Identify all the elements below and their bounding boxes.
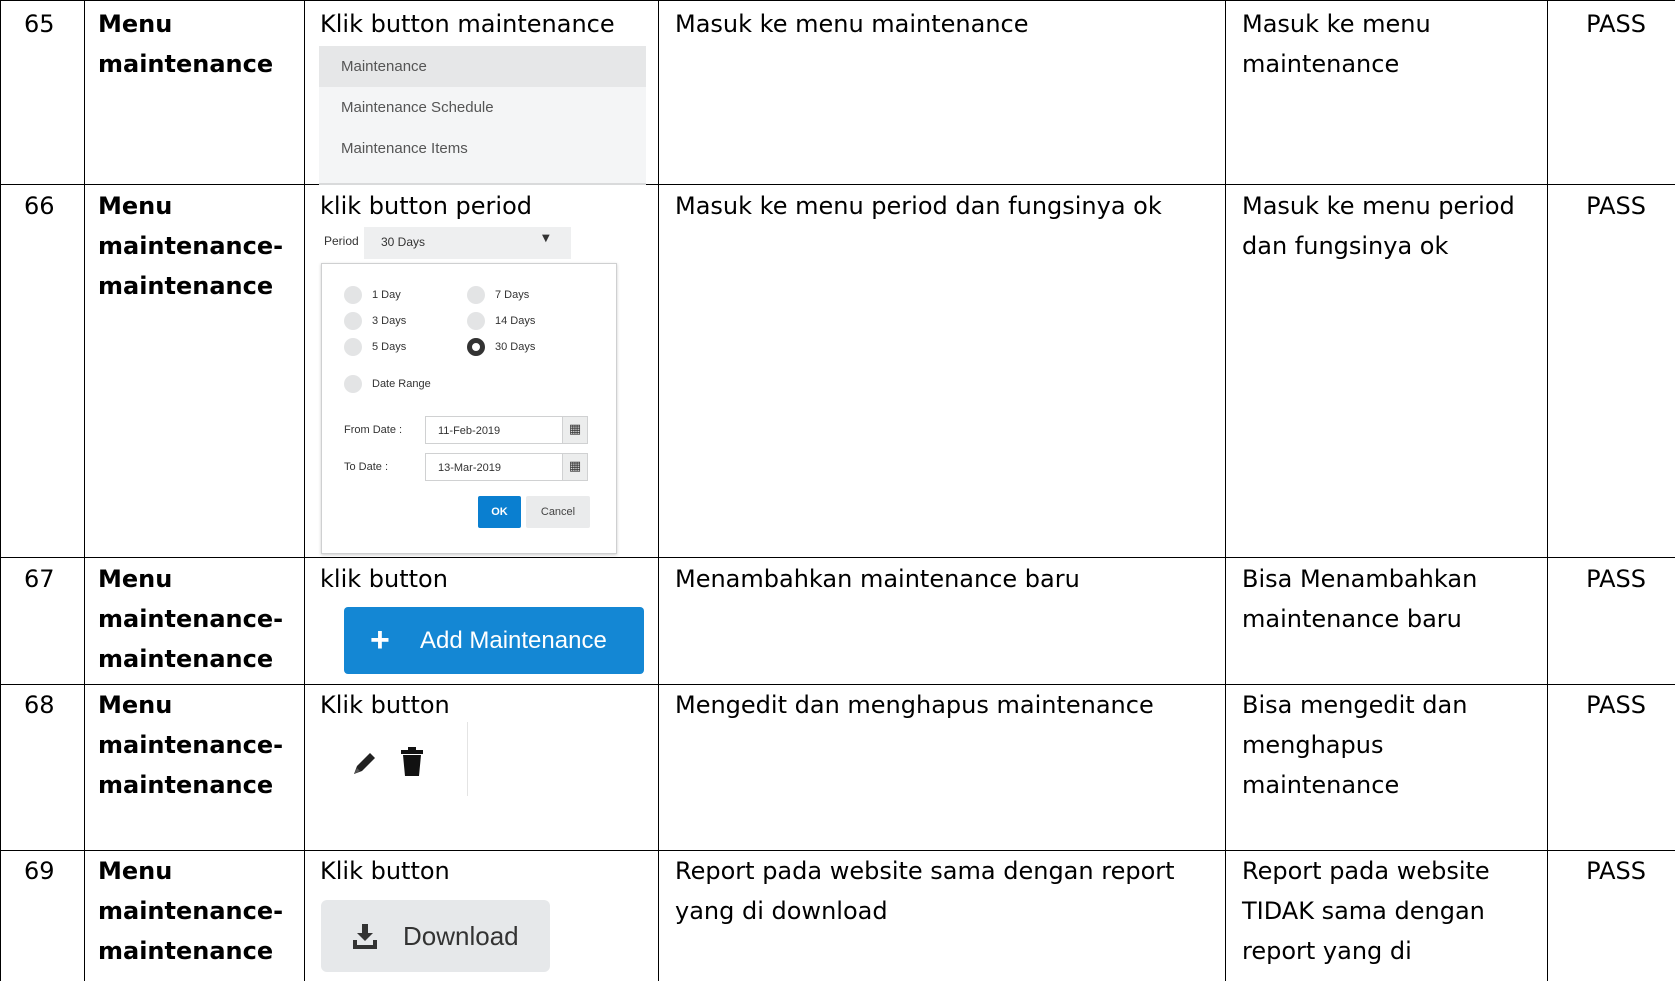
status-pass: PASS — [1586, 691, 1646, 719]
actual-line: maintenance baru — [1242, 605, 1462, 633]
from-date-input[interactable]: 11-Feb-2019 — [425, 416, 563, 444]
radio-30-days[interactable] — [467, 338, 485, 356]
trash-icon[interactable] — [398, 746, 426, 778]
option-label: Date Range — [372, 378, 431, 390]
row-number: 65 — [24, 10, 55, 38]
row-number: 69 — [24, 857, 55, 885]
module-line: Menu — [98, 691, 173, 719]
module-line: maintenance- — [98, 605, 284, 633]
actual-line: Bisa mengedit dan — [1242, 691, 1468, 719]
row-number: 68 — [24, 691, 55, 719]
option-label: 5 Days — [372, 341, 407, 353]
col-divider — [304, 0, 305, 981]
expected-line: Report pada website sama dengan report — [675, 857, 1175, 885]
menu-item-maintenance[interactable]: Maintenance — [319, 46, 646, 87]
actual-line: Masuk ke menu — [1242, 10, 1431, 38]
module-line: Menu — [98, 565, 173, 593]
actual-line: dan fungsinya ok — [1242, 232, 1449, 260]
module-line: maintenance- — [98, 232, 284, 260]
expected-line: yang di download — [675, 897, 888, 925]
to-date-input[interactable]: 13-Mar-2019 — [425, 453, 563, 481]
download-button[interactable]: Download — [321, 900, 550, 972]
row-divider — [0, 557, 1675, 558]
actual-line: Report pada website — [1242, 857, 1490, 885]
module-line: maintenance- — [98, 897, 284, 925]
option-label: 3 Days — [372, 315, 407, 327]
module-line: maintenance — [98, 50, 274, 78]
actual-line: report yang di — [1242, 937, 1412, 965]
module-line: maintenance — [98, 771, 274, 799]
test-step: Klik button maintenance — [320, 10, 615, 38]
table-border-left — [0, 0, 1, 981]
module-line: maintenance — [98, 645, 274, 673]
module-line: Menu — [98, 192, 173, 220]
download-icon — [353, 924, 377, 949]
chevron-down-icon: ▼ — [542, 233, 550, 244]
module-line: Menu — [98, 857, 173, 885]
actual-line: Bisa Menambahkan — [1242, 565, 1478, 593]
expected-line: Masuk ke menu period dan fungsinya ok — [675, 192, 1162, 220]
radio-date-range[interactable] — [344, 375, 362, 393]
to-date-label: To Date : — [344, 461, 389, 473]
period-label: Period — [324, 234, 359, 248]
expected-line: Masuk ke menu maintenance — [675, 10, 1029, 38]
option-label: 14 Days — [495, 315, 536, 327]
radio-3-days[interactable] — [344, 312, 362, 330]
radio-5-days[interactable] — [344, 338, 362, 356]
add-maintenance-label: Add Maintenance — [420, 627, 607, 654]
row-divider — [0, 184, 1675, 185]
pencil-icon[interactable] — [350, 748, 380, 778]
actual-line: TIDAK sama dengan — [1242, 897, 1485, 925]
cancel-button[interactable]: Cancel — [526, 496, 590, 528]
module-line: maintenance- — [98, 731, 284, 759]
row-number: 67 — [24, 565, 55, 593]
row-divider — [0, 850, 1675, 851]
add-maintenance-button[interactable]: + Add Maintenance — [344, 607, 644, 674]
calendar-icon[interactable]: ▦ — [562, 416, 588, 444]
test-step: klik button — [320, 565, 448, 593]
plus-icon: + — [370, 621, 390, 659]
test-step: Klik button — [320, 691, 450, 719]
status-pass: PASS — [1586, 857, 1646, 885]
menu-item-maintenance-items[interactable]: Maintenance Items — [319, 128, 646, 169]
actual-line: Masuk ke menu period — [1242, 192, 1515, 220]
row-divider — [0, 0, 1675, 1]
test-step: Klik button — [320, 857, 450, 885]
status-pass: PASS — [1586, 192, 1646, 220]
test-step: klik button period — [320, 192, 533, 220]
period-select[interactable]: 30 Days ▼ — [364, 227, 571, 259]
row-divider — [0, 684, 1675, 685]
row-number: 66 — [24, 192, 55, 220]
ok-button[interactable]: OK — [478, 496, 521, 528]
toolbar-divider — [467, 722, 468, 796]
col-divider — [1225, 0, 1226, 981]
expected-line: Mengedit dan menghapus maintenance — [675, 691, 1154, 719]
module-line: maintenance — [98, 937, 274, 965]
calendar-icon[interactable]: ▦ — [562, 453, 588, 481]
expected-line: Menambahkan maintenance baru — [675, 565, 1080, 593]
actual-line: maintenance — [1242, 50, 1400, 78]
col-divider — [1547, 0, 1548, 981]
option-label: 30 Days — [495, 341, 536, 353]
radio-7-days[interactable] — [467, 286, 485, 304]
option-label: 1 Day — [372, 289, 401, 301]
option-label: 7 Days — [495, 289, 530, 301]
maintenance-menu: Maintenance Maintenance Schedule Mainten… — [319, 46, 646, 185]
col-divider — [84, 0, 85, 981]
radio-1-day[interactable] — [344, 286, 362, 304]
status-pass: PASS — [1586, 10, 1646, 38]
module-line: maintenance — [98, 272, 274, 300]
actual-line: menghapus — [1242, 731, 1384, 759]
radio-14-days[interactable] — [467, 312, 485, 330]
download-label: Download — [403, 921, 519, 951]
period-selected: 30 Days — [381, 235, 426, 249]
status-pass: PASS — [1586, 565, 1646, 593]
actual-line: maintenance — [1242, 771, 1400, 799]
menu-item-maintenance-schedule[interactable]: Maintenance Schedule — [319, 87, 646, 128]
module-line: Menu — [98, 10, 173, 38]
col-divider — [658, 0, 659, 981]
from-date-label: From Date : — [344, 424, 403, 436]
